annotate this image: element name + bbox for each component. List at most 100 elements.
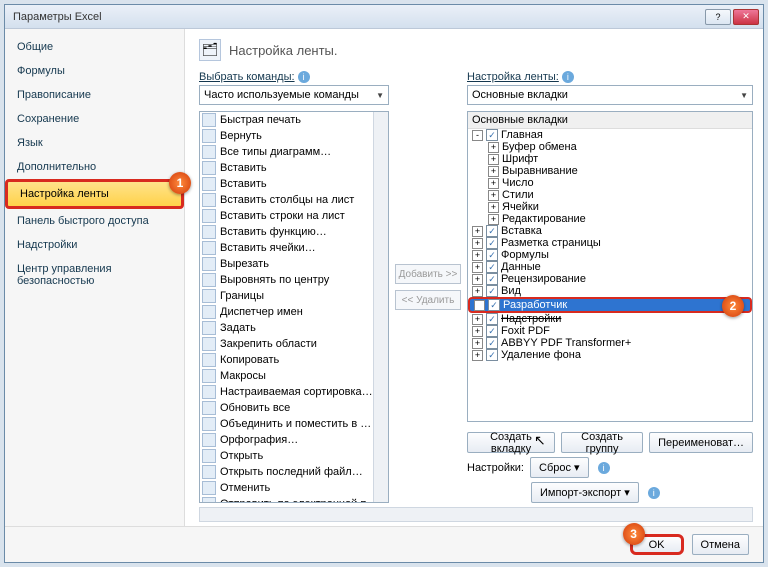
tree-checkbox[interactable]: [488, 299, 500, 311]
add-button[interactable]: Добавить >>: [395, 264, 461, 284]
sidebar-item[interactable]: Формулы: [5, 59, 184, 83]
sidebar-item[interactable]: Панель быстрого доступа: [5, 209, 184, 233]
sidebar-item[interactable]: Язык: [5, 131, 184, 155]
tree-checkbox[interactable]: [486, 249, 498, 261]
tree-node[interactable]: +Данные: [468, 261, 752, 273]
tree-checkbox[interactable]: [486, 273, 498, 285]
command-list-item[interactable]: Быстрая печать: [200, 112, 388, 128]
command-list-item[interactable]: Вставить: [200, 160, 388, 176]
tree-expand-icon[interactable]: +: [488, 154, 499, 165]
tree-node[interactable]: +Рецензирование: [468, 273, 752, 285]
command-list-item[interactable]: Объединить и поместить в …: [200, 416, 388, 432]
import-export-button[interactable]: Импорт-экспорт ▾: [531, 482, 639, 503]
tree-expand-icon[interactable]: +: [488, 178, 499, 189]
tree-node[interactable]: +Foxit PDF: [468, 325, 752, 337]
tree-expand-icon[interactable]: +: [472, 286, 483, 297]
tree-node[interactable]: +Вставка: [468, 225, 752, 237]
remove-button[interactable]: << Удалить: [395, 290, 461, 310]
tree-node[interactable]: +Шрифт: [468, 153, 752, 165]
tree-node[interactable]: +ABBYY PDF Transformer+: [468, 337, 752, 349]
tree-expand-icon[interactable]: +: [472, 250, 483, 261]
sidebar-item[interactable]: Надстройки: [5, 233, 184, 257]
tree-node[interactable]: +Стили: [468, 189, 752, 201]
info-icon[interactable]: i: [562, 71, 574, 83]
help-button[interactable]: ?: [705, 9, 731, 25]
tree-checkbox[interactable]: [486, 349, 498, 361]
cancel-button[interactable]: Отмена: [692, 534, 749, 555]
customize-ribbon-combo[interactable]: Основные вкладки▼: [467, 85, 753, 105]
choose-commands-combo[interactable]: Часто используемые команды▼: [199, 85, 389, 105]
ribbon-tree[interactable]: Основные вкладки-Главная+Буфер обмена+Шр…: [467, 111, 753, 422]
command-list-item[interactable]: Орфография…: [200, 432, 388, 448]
tree-expand-icon[interactable]: +: [472, 262, 483, 273]
tree-expand-icon[interactable]: +: [488, 214, 499, 225]
command-list-item[interactable]: Выровнять по центру: [200, 272, 388, 288]
sidebar-item[interactable]: Сохранение: [5, 107, 184, 131]
tree-expand-icon[interactable]: +: [472, 274, 483, 285]
tree-checkbox[interactable]: [486, 285, 498, 297]
command-list-item[interactable]: Закрепить области: [200, 336, 388, 352]
tree-node[interactable]: +Выравнивание: [468, 165, 752, 177]
command-list-item[interactable]: Макросы: [200, 368, 388, 384]
info-icon[interactable]: i: [648, 487, 660, 499]
tree-expand-icon[interactable]: -: [472, 130, 483, 141]
sidebar-item[interactable]: Дополнительно: [5, 155, 184, 179]
tree-node[interactable]: +Число: [468, 177, 752, 189]
command-list-item[interactable]: Настраиваемая сортировка…: [200, 384, 388, 400]
rename-button[interactable]: Переименоват…: [649, 432, 753, 453]
sidebar-item[interactable]: Настройка ленты1: [5, 179, 184, 209]
commands-listbox[interactable]: Быстрая печатьВернутьВсе типы диаграмм…В…: [199, 111, 389, 503]
tree-node[interactable]: +Удаление фона: [468, 349, 752, 361]
tree-node[interactable]: +Редактирование: [468, 213, 752, 225]
tree-checkbox[interactable]: [486, 325, 498, 337]
close-button[interactable]: ✕: [733, 9, 759, 25]
command-list-item[interactable]: Вставить функцию…: [200, 224, 388, 240]
new-group-button[interactable]: Создать группу: [561, 432, 643, 453]
command-list-item[interactable]: Вставить: [200, 176, 388, 192]
command-list-item[interactable]: Вставить ячейки…: [200, 240, 388, 256]
tree-expand-icon[interactable]: +: [472, 338, 483, 349]
sidebar-item[interactable]: Центр управления безопасностью: [5, 257, 184, 293]
command-list-item[interactable]: Границы: [200, 288, 388, 304]
tree-node[interactable]: +Формулы: [468, 249, 752, 261]
ok-button[interactable]: OK 3: [630, 534, 684, 555]
tree-expand-icon[interactable]: +: [488, 142, 499, 153]
command-list-item[interactable]: Вставить строки на лист: [200, 208, 388, 224]
tree-expand-icon[interactable]: +: [488, 166, 499, 177]
command-list-item[interactable]: Отменить: [200, 480, 388, 496]
info-icon[interactable]: i: [298, 71, 310, 83]
tree-expand-icon[interactable]: +: [472, 226, 483, 237]
tree-node[interactable]: +Разметка страницы: [468, 237, 752, 249]
reset-button[interactable]: Сброс ▾: [530, 457, 589, 478]
scrollbar[interactable]: [373, 112, 388, 502]
command-list-item[interactable]: Задать: [200, 320, 388, 336]
tree-checkbox[interactable]: [486, 237, 498, 249]
tree-expand-icon[interactable]: +: [472, 314, 483, 325]
sidebar-item[interactable]: Правописание: [5, 83, 184, 107]
tree-checkbox[interactable]: [486, 129, 498, 141]
horizontal-scrollbar[interactable]: [199, 507, 753, 522]
sidebar-item[interactable]: Общие: [5, 35, 184, 59]
tree-node[interactable]: +Разработчик2: [468, 297, 752, 313]
tree-checkbox[interactable]: [486, 261, 498, 273]
tree-expand-icon[interactable]: +: [474, 300, 485, 311]
tree-checkbox[interactable]: [486, 337, 498, 349]
new-tab-button[interactable]: Создать вкладку: [467, 432, 555, 453]
info-icon[interactable]: i: [598, 462, 610, 474]
command-list-item[interactable]: Вырезать: [200, 256, 388, 272]
tree-node[interactable]: +Надстройки: [468, 313, 752, 325]
tree-expand-icon[interactable]: +: [488, 202, 499, 213]
tree-checkbox[interactable]: [486, 225, 498, 237]
command-list-item[interactable]: Вставить столбцы на лист: [200, 192, 388, 208]
command-list-item[interactable]: Открыть: [200, 448, 388, 464]
command-list-item[interactable]: Копировать: [200, 352, 388, 368]
tree-node[interactable]: +Вид: [468, 285, 752, 297]
tree-node[interactable]: +Буфер обмена: [468, 141, 752, 153]
tree-expand-icon[interactable]: +: [472, 326, 483, 337]
command-list-item[interactable]: Обновить все: [200, 400, 388, 416]
tree-expand-icon[interactable]: +: [472, 350, 483, 361]
tree-node[interactable]: +Ячейки: [468, 201, 752, 213]
command-list-item[interactable]: Открыть последний файл…: [200, 464, 388, 480]
command-list-item[interactable]: Все типы диаграмм…: [200, 144, 388, 160]
command-list-item[interactable]: Отправить по электронной п…: [200, 496, 388, 503]
